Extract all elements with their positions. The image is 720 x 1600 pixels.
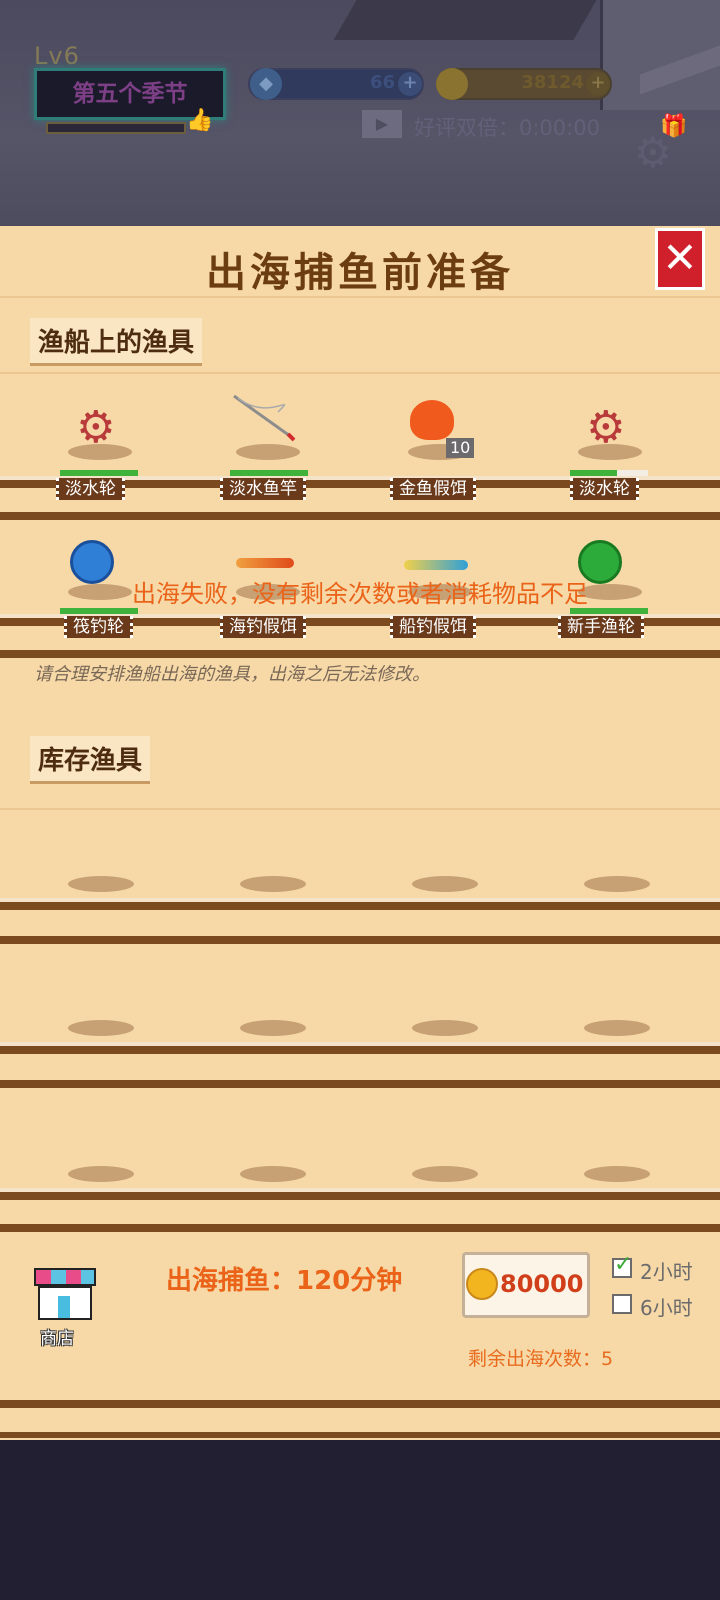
thumbs-up-icon: 👍	[186, 108, 214, 133]
option-2h-checkbox[interactable]: ✓	[612, 1252, 632, 1278]
inventory-slot[interactable]	[240, 1020, 306, 1036]
shelf	[0, 1432, 720, 1438]
freshwater-reel-icon: ⚙	[586, 402, 626, 453]
boat-gear-slot[interactable]: 淡水鱼竿	[206, 394, 336, 506]
panel-title: 出海捕鱼前准备	[206, 250, 514, 296]
item-label: 淡水轮	[56, 478, 125, 500]
inventory-slot[interactable]	[412, 876, 478, 892]
boat-gear-heading: 渔船上的渔具	[30, 318, 203, 366]
fishing-duration: 出海捕鱼：120分钟	[166, 1266, 403, 1296]
inventory-heading: 库存渔具	[30, 736, 151, 784]
freshwater-reel-icon: ⚙	[76, 402, 116, 453]
shop-door	[58, 1296, 70, 1318]
durability-bar	[570, 470, 617, 476]
item-label: 淡水轮	[570, 478, 639, 500]
shelf	[0, 1192, 720, 1200]
error-toast: 出海失败，没有剩余次数或者消耗物品不足	[132, 580, 588, 608]
inventory-slot[interactable]	[68, 1166, 134, 1182]
play-video-icon[interactable]: ▶	[362, 110, 402, 138]
inventory-slot[interactable]	[584, 876, 650, 892]
goldfish-lure-icon	[410, 400, 454, 440]
coin-icon	[466, 1268, 498, 1300]
item-label: 淡水鱼竿	[220, 478, 306, 500]
add-gems-button[interactable]: +	[398, 72, 422, 96]
option-2h-label[interactable]: 2小时	[640, 1256, 693, 1285]
item-shadow	[236, 444, 300, 460]
player-level: Lv6	[34, 42, 80, 70]
plank-line	[0, 372, 720, 374]
boat-gear-slot[interactable]: ⚙ 淡水轮	[548, 396, 678, 506]
coin-value: 38124	[521, 72, 584, 93]
settings-gear-icon[interactable]: ⚙	[634, 130, 680, 176]
boat-gear-slot[interactable]: ⚙ 淡水轮	[34, 396, 164, 506]
item-label: 金鱼假饵	[390, 478, 476, 500]
option-6h-checkbox[interactable]	[612, 1294, 632, 1314]
shop-label: 商店	[40, 1329, 74, 1349]
inventory-slot[interactable]	[240, 876, 306, 892]
plank-line	[0, 808, 720, 810]
shop-awning	[34, 1268, 96, 1286]
double-reward-timer: 好评双倍：0:00:00	[414, 116, 600, 140]
inventory-slot[interactable]	[412, 1166, 478, 1182]
inventory-slot[interactable]	[240, 1166, 306, 1182]
gear-hint: 请合理安排渔船出海的渔具，出海之后无法修改。	[34, 664, 430, 685]
remaining-trips: 剩余出海次数：5	[468, 1348, 614, 1370]
item-label: 筏钓轮	[64, 616, 133, 638]
shelf	[0, 1400, 720, 1408]
boat-lure-icon	[404, 560, 468, 570]
inventory-slot[interactable]	[584, 1166, 650, 1182]
boat-gear-slot[interactable]: 10 金鱼假饵	[378, 396, 508, 506]
scene-decoration	[333, 0, 597, 40]
shelf	[0, 936, 720, 944]
shelf	[0, 650, 720, 658]
inventory-slot[interactable]	[584, 1020, 650, 1036]
add-coins-button[interactable]: +	[586, 72, 610, 96]
inventory-slot[interactable]	[68, 1020, 134, 1036]
durability-bar	[230, 470, 308, 476]
xp-bar	[46, 122, 186, 134]
shelf	[0, 512, 720, 520]
shelf	[0, 1224, 720, 1232]
shelf	[0, 1046, 720, 1054]
option-6h-label[interactable]: 6小时	[640, 1292, 693, 1321]
fishing-rod-icon	[233, 394, 296, 442]
item-label: 海钓假饵	[220, 616, 306, 638]
inventory-slot[interactable]	[412, 1020, 478, 1036]
durability-bar	[60, 470, 138, 476]
fishing-cost: 80000	[500, 1270, 584, 1298]
item-count: 10	[446, 438, 475, 458]
gem-value: 66	[369, 72, 395, 93]
coin-icon	[436, 68, 468, 100]
inventory-slot[interactable]	[68, 876, 134, 892]
sea-lure-icon	[236, 558, 294, 568]
close-button[interactable]: ✕	[655, 228, 705, 290]
item-label: 船钓假饵	[390, 616, 476, 638]
check-icon: ✓	[614, 1252, 633, 1277]
item-label: 新手渔轮	[558, 616, 644, 638]
shelf	[0, 1080, 720, 1088]
shelf	[0, 902, 720, 910]
diamond-icon: ◆	[250, 68, 282, 100]
